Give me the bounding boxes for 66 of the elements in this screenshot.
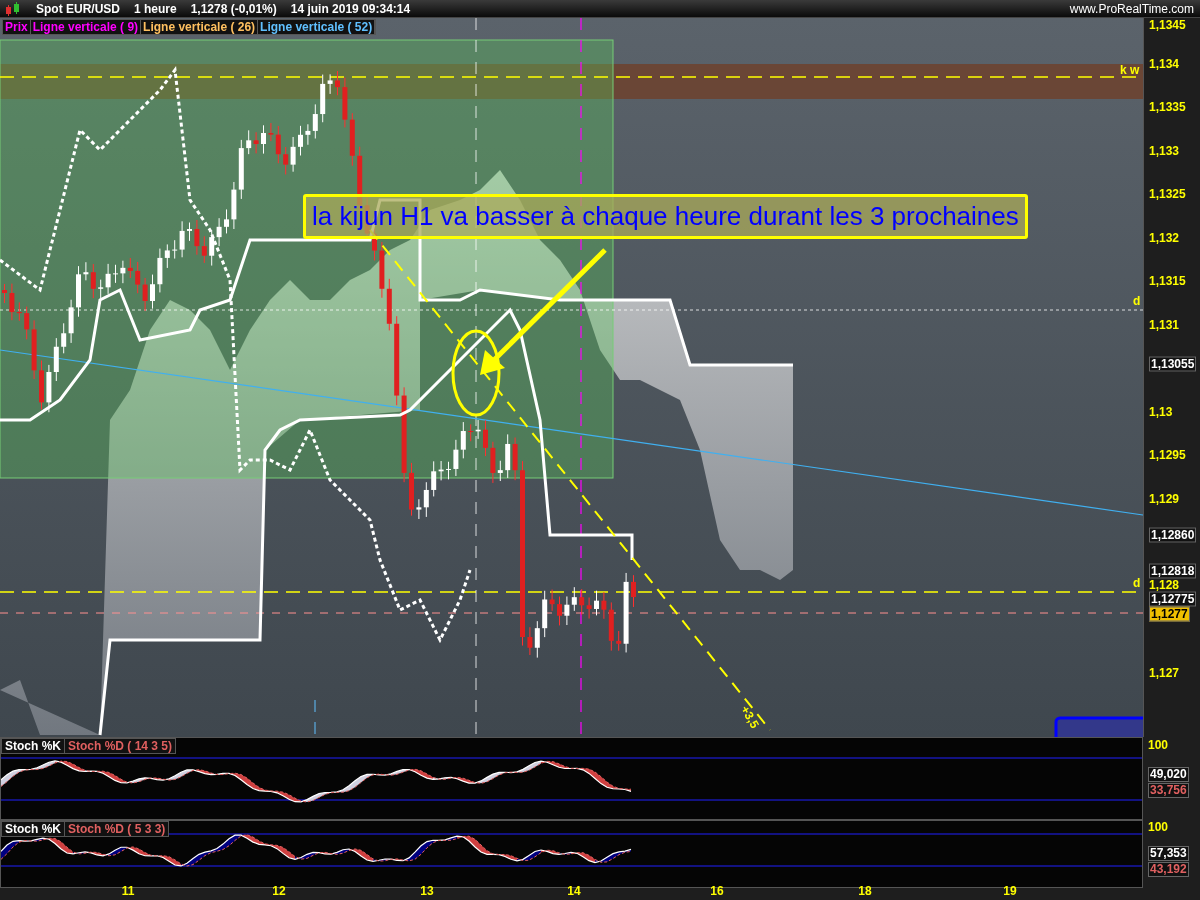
- price-tag: 1,13055: [1149, 356, 1197, 372]
- price-change: 1,1278 (-0,01%): [190, 1, 277, 16]
- price-tag: 1,12775: [1149, 591, 1197, 607]
- candlestick: [483, 419, 488, 457]
- indicator-value: 33,756: [1148, 783, 1189, 798]
- price-tick: 1,1335: [1149, 100, 1186, 114]
- price-tick: 1,134: [1149, 57, 1180, 71]
- candlestick: [76, 265, 81, 318]
- level-label: k w: [1120, 63, 1140, 77]
- date-time: 14 juin 2019 09:34:14: [290, 1, 411, 16]
- date-tick: 12: [272, 885, 286, 898]
- timeframe-label: 1 heure: [134, 1, 177, 16]
- candlestick: [594, 590, 599, 616]
- candlestick: [557, 596, 562, 626]
- website-label: www.ProRealTime.com: [1069, 1, 1194, 16]
- date-tick: 18: [858, 885, 872, 898]
- candlestick: [335, 70, 340, 96]
- candlestick: [150, 274, 155, 310]
- candlestick: [39, 360, 44, 410]
- candlestick: [187, 222, 192, 242]
- price-tick: 1,1295: [1149, 448, 1186, 462]
- price-tag: 1,12818: [1149, 563, 1197, 579]
- candlestick-icon: [4, 1, 22, 16]
- date-tick: 16: [710, 885, 724, 898]
- price-tick: 1,132: [1149, 231, 1180, 245]
- level-label: d: [1133, 576, 1141, 590]
- indicator-value: 57,353: [1148, 846, 1189, 861]
- vertical-line: [314, 699, 316, 737]
- price-tick: 1,128: [1149, 578, 1180, 592]
- candlestick: [224, 208, 229, 234]
- candlestick: [113, 264, 118, 284]
- indicator-label: Stoch %K: [2, 739, 65, 753]
- symbol-name: Spot EUR/USD: [36, 1, 120, 16]
- price-tick: 1,129: [1149, 492, 1180, 506]
- price-tick: 1,1325: [1149, 187, 1186, 201]
- legend-item: Prix: [3, 20, 31, 34]
- price-tick: 1,13: [1149, 405, 1173, 419]
- date-tick: 19: [1003, 885, 1017, 898]
- legend-item: Ligne verticale ( 9): [30, 20, 142, 34]
- price-tick: 1,1315: [1149, 274, 1186, 288]
- indicator-label: Stoch %D ( 14 3 5): [67, 739, 174, 753]
- candlestick: [446, 461, 451, 480]
- indicator-label: Stoch %K: [2, 822, 65, 836]
- indicator-label: Stoch %D ( 5 3 3): [67, 822, 167, 836]
- price-tick: 1,127: [1149, 666, 1180, 680]
- candlestick: [261, 124, 266, 155]
- scale-tick: 100: [1148, 739, 1169, 752]
- indicator-value: 43,192: [1148, 862, 1189, 877]
- scale-tick: 100: [1148, 821, 1169, 834]
- legend-item: Ligne verticale ( 52): [258, 20, 376, 34]
- candlestick: [631, 574, 636, 608]
- date-tick: 13: [420, 885, 434, 898]
- legend-item: Ligne verticale ( 26): [141, 20, 259, 34]
- level-label: d: [1133, 294, 1141, 308]
- date-tick: 14: [567, 885, 581, 898]
- price-tag: 1,12860: [1149, 527, 1197, 543]
- price-tick: 1,131: [1149, 318, 1180, 332]
- indicator-value: 49,020: [1148, 767, 1189, 782]
- candlestick: [409, 462, 414, 517]
- annotation-text: la kijun H1 va basser à chaque heure durant les 3 prochaines: [303, 194, 1028, 239]
- price-tick: 1,133: [1149, 144, 1180, 158]
- date-tick: 11: [121, 885, 135, 898]
- price-tick: 1,1345: [1149, 18, 1186, 32]
- price-tag: 1,1277: [1149, 606, 1190, 622]
- candlestick: [2, 283, 7, 304]
- candlestick: [298, 125, 303, 156]
